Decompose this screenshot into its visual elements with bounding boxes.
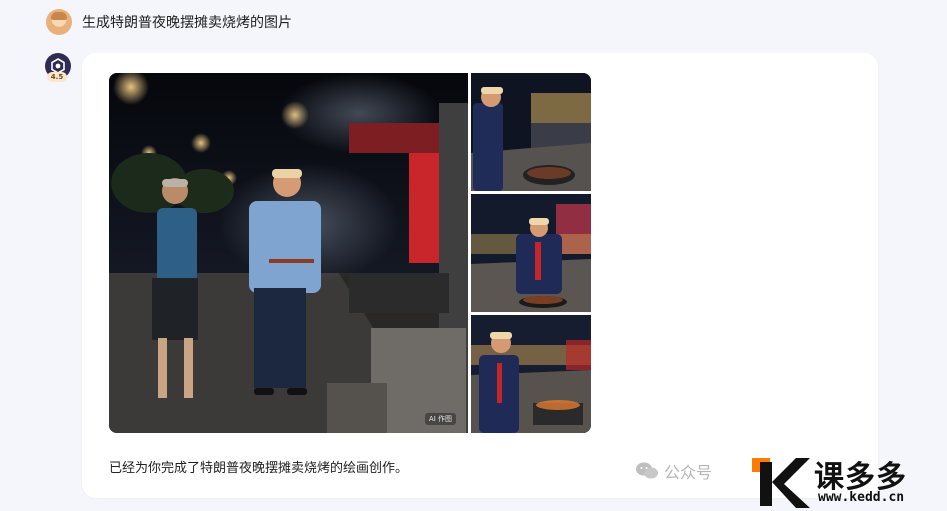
thumbnail-1[interactable] <box>471 73 591 191</box>
user-message-text: 生成特朗普夜晚摆摊卖烧烤的图片 <box>82 15 292 31</box>
thumbnail-3[interactable] <box>471 315 591 433</box>
assistant-reply-text: 已经为你完成了特朗普夜晚摆摊卖烧烤的绘画创作。 <box>109 461 409 476</box>
brand-url: www.kedd.cn <box>818 490 905 505</box>
wechat-watermark: 公众号 <box>636 459 712 483</box>
user-avatar-icon <box>46 9 72 35</box>
main-image[interactable]: AI 作图 <box>109 73 468 433</box>
brand-watermark: 课多多 www.kedd.cn <box>752 450 947 511</box>
user-message-row: 生成特朗普夜晚摆摊卖烧烤的图片 <box>46 9 292 35</box>
thumbnail-2[interactable] <box>471 194 591 312</box>
wechat-icon <box>636 462 658 479</box>
image-gallery: AI 作图 <box>109 73 591 433</box>
brand-logo-icon <box>752 458 810 508</box>
ai-generated-label: AI 作图 <box>424 413 456 425</box>
model-version-badge: 4.5 <box>47 72 67 82</box>
wechat-label: 公众号 <box>664 463 713 482</box>
assistant-response-card: AI 作图 已经为你完成了特朗普夜晚摆摊卖烧烤的绘画创作。 <box>82 53 878 498</box>
